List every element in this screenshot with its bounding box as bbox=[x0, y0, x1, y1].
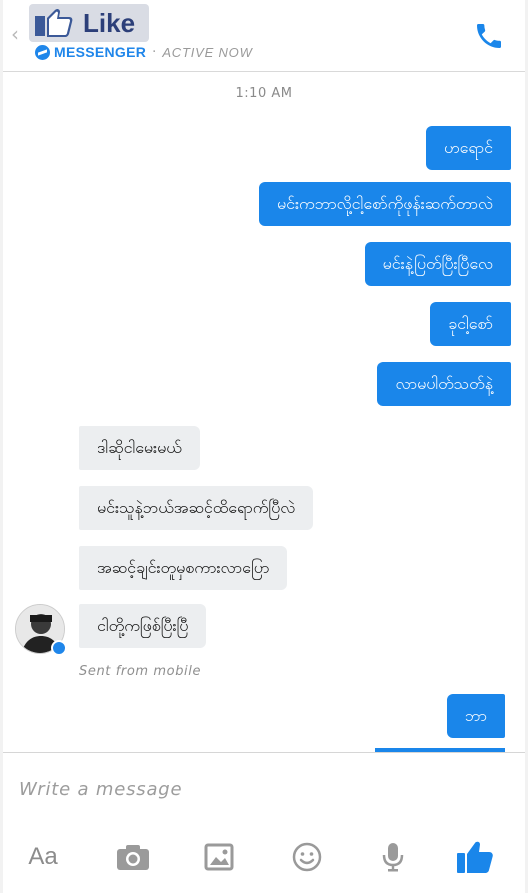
messenger-icon bbox=[51, 640, 67, 656]
phone-icon[interactable] bbox=[473, 20, 505, 52]
outgoing-message[interactable]: လာမပါတ်သတ်နဲ့ bbox=[377, 362, 511, 406]
message-timestamp: 1:10 AM bbox=[235, 86, 293, 101]
like-badge-text: Like bbox=[83, 7, 136, 38]
incoming-message[interactable]: ငါတို့ကဖြစ်ပြီးပြီ bbox=[79, 604, 207, 648]
message-composer: Aa bbox=[3, 752, 525, 893]
incoming-message[interactable]: မင်းသူနဲ့ဘယ်အဆင့်ထိရောက်ပြီလဲ bbox=[79, 486, 314, 530]
message-input[interactable] bbox=[19, 773, 499, 805]
outgoing-message[interactable]: ဘာ bbox=[447, 694, 505, 738]
microphone-icon[interactable] bbox=[371, 837, 415, 877]
incoming-message[interactable]: အဆင့်ချင်းတူမှစကားလာပြော bbox=[79, 546, 288, 590]
conversation-header: ‹ Like MESSENGER · ACTIVE NOW bbox=[3, 0, 525, 72]
text-format-button[interactable]: Aa bbox=[21, 837, 65, 877]
back-chevron-icon[interactable]: ‹ bbox=[11, 22, 19, 46]
outgoing-message[interactable]: ဟရောင် bbox=[426, 126, 511, 170]
text-format-label: Aa bbox=[28, 843, 58, 870]
composer-toolbar: Aa bbox=[3, 833, 525, 883]
app-status-line: MESSENGER · ACTIVE NOW bbox=[35, 44, 253, 60]
app-name: MESSENGER bbox=[54, 44, 147, 60]
outgoing-message[interactable]: မင်းကဘာလို့ငါ့စော်ကိုဖုန်းဆက်တာလဲ bbox=[258, 182, 511, 226]
outgoing-message[interactable]: မင်းနဲ့ပြတ်ပြီးပြီလေ bbox=[364, 242, 511, 286]
emoji-icon[interactable] bbox=[285, 837, 329, 877]
messenger-icon bbox=[35, 44, 50, 60]
image-icon[interactable] bbox=[197, 837, 241, 877]
like-badge: Like bbox=[29, 4, 149, 42]
sent-from-label: Sent from mobile bbox=[79, 664, 202, 679]
camera-icon[interactable] bbox=[111, 837, 155, 877]
outgoing-message[interactable]: ခုငါ့စော် bbox=[430, 302, 511, 346]
messenger-screen: ‹ Like MESSENGER · ACTIVE NOW 1:10 AM ဟရ… bbox=[3, 0, 525, 893]
active-status: ACTIVE NOW bbox=[162, 44, 253, 60]
like-icon[interactable] bbox=[453, 837, 497, 877]
incoming-message[interactable]: ဒါဆိုငါမေးမယ် bbox=[79, 426, 200, 470]
thumbs-up-icon bbox=[33, 6, 81, 40]
separator-dot: · bbox=[152, 44, 157, 60]
